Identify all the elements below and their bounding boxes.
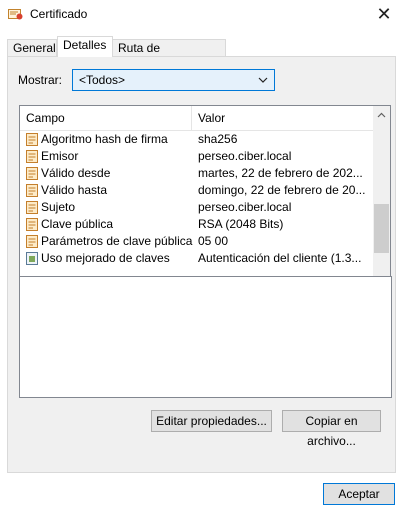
edit-properties-button[interactable]: Editar propiedades...: [151, 410, 272, 432]
table-row[interactable]: Válido hasta domingo, 22 de febrero de 2…: [20, 182, 373, 199]
field-name: Parámetros de clave pública: [41, 234, 193, 248]
field-name: Válido desde: [41, 166, 111, 180]
table-row[interactable]: Parámetros de clave pública 05 00: [20, 233, 373, 250]
column-header-campo[interactable]: Campo: [20, 106, 192, 130]
show-dropdown-value: <Todos>: [79, 73, 126, 87]
field-value: martes, 22 de febrero de 202...: [198, 166, 363, 180]
chevron-down-icon: [258, 77, 268, 83]
certificate-field-icon: [26, 184, 38, 197]
table-row[interactable]: Sujeto perseo.ciber.local: [20, 199, 373, 216]
field-value: perseo.ciber.local: [198, 149, 292, 163]
field-value: RSA (2048 Bits): [198, 217, 284, 231]
tab-ruta-de-certificacion[interactable]: Ruta de certificación: [112, 39, 226, 71]
field-name: Válido hasta: [41, 183, 108, 197]
copy-to-file-button[interactable]: Copiar en archivo...: [282, 410, 381, 448]
field-value: perseo.ciber.local: [198, 200, 292, 214]
show-dropdown[interactable]: <Todos>: [72, 69, 275, 91]
field-value: Autenticación del cliente (1.3...: [198, 251, 362, 265]
list-header: Campo Valor: [20, 106, 373, 131]
field-detail-box[interactable]: [19, 276, 392, 398]
column-header-valor[interactable]: Valor: [192, 106, 373, 130]
show-label: Mostrar:: [18, 73, 63, 87]
scroll-up-button[interactable]: [373, 106, 390, 123]
tab-detalles[interactable]: Detalles: [57, 36, 113, 57]
tab-strip: General Detalles Ruta de certificación: [7, 36, 397, 71]
table-row[interactable]: Válido desde martes, 22 de febrero de 20…: [20, 165, 373, 182]
certificate-field-icon: [26, 150, 38, 163]
table-row[interactable]: Clave pública RSA (2048 Bits): [20, 216, 373, 233]
extension-field-icon: [26, 252, 38, 265]
tab-general[interactable]: General: [7, 39, 57, 56]
field-value: sha256: [198, 132, 238, 146]
table-row[interactable]: Emisor perseo.ciber.local: [20, 148, 373, 165]
certificate-field-icon: [26, 201, 38, 214]
field-name: Sujeto: [41, 200, 76, 214]
chevron-up-icon: [377, 112, 386, 117]
field-value: 05 00: [198, 234, 229, 248]
table-row[interactable]: Algoritmo hash de firma sha256: [20, 131, 373, 148]
certificate-icon: [8, 9, 23, 20]
certificate-field-icon: [26, 235, 38, 248]
field-name: Algoritmo hash de firma: [41, 132, 168, 146]
table-row[interactable]: Uso mejorado de claves Autenticación del…: [20, 250, 373, 267]
field-name: Emisor: [41, 149, 79, 163]
ok-button[interactable]: Aceptar: [323, 483, 395, 505]
window-title: Certificado: [30, 7, 88, 21]
title-bar: Certificado ✕: [0, 0, 401, 30]
details-panel: Mostrar: <Todos> Campo Valor Algoritmo h…: [7, 56, 396, 473]
certificate-field-icon: [26, 218, 38, 231]
field-name: Clave pública: [41, 217, 114, 231]
scrollbar-thumb[interactable]: [374, 204, 389, 253]
close-button[interactable]: ✕: [367, 0, 401, 28]
certificate-field-icon: [26, 133, 38, 146]
certificate-field-icon: [26, 167, 38, 180]
certificate-dialog: Certificado ✕ General Detalles Ruta de c…: [0, 0, 401, 511]
field-name: Uso mejorado de claves: [41, 251, 170, 265]
field-value: domingo, 22 de febrero de 20...: [198, 183, 366, 197]
close-icon: ✕: [376, 3, 392, 24]
